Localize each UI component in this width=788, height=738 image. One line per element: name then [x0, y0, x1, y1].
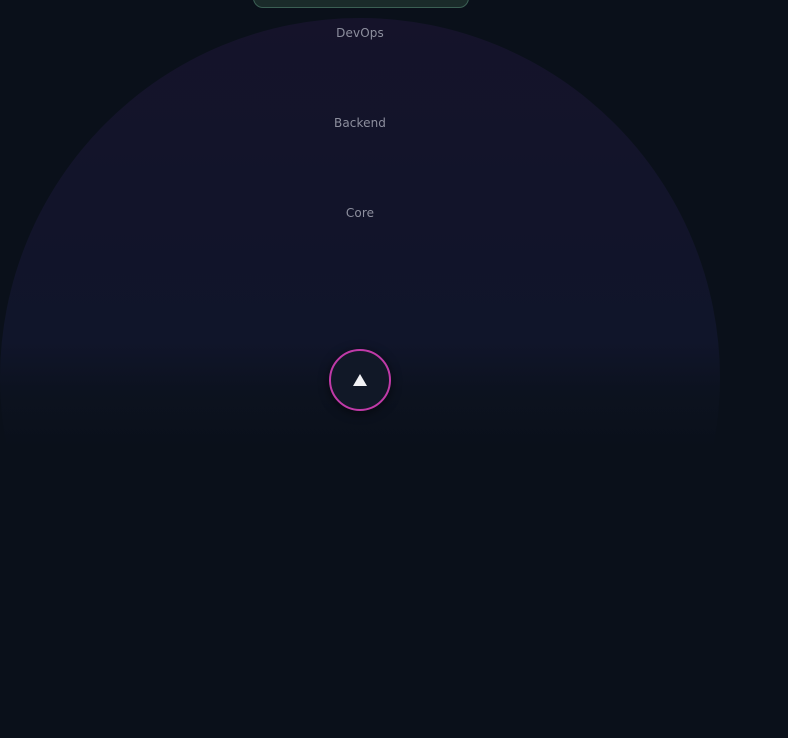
top-pill-button[interactable] [253, 0, 469, 8]
triangle-up-icon [353, 374, 367, 386]
ring-label-core: Core [345, 206, 375, 220]
ring-label-backend: Backend [333, 116, 386, 130]
ring-label-devops: DevOps [336, 26, 384, 40]
center-button[interactable] [329, 349, 391, 411]
